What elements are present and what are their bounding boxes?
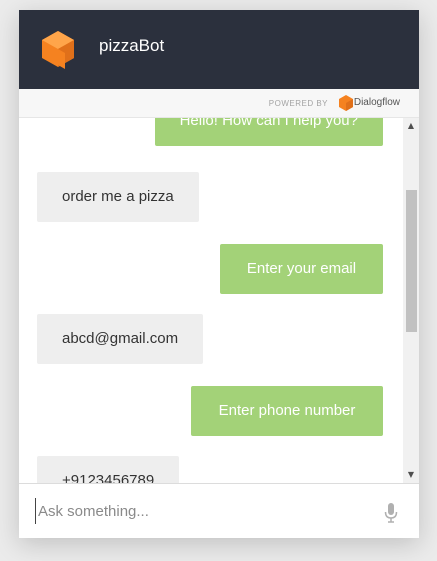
- cube-logo-icon: [42, 31, 74, 69]
- powered-by-label: POWERED BY: [268, 99, 328, 108]
- bot-message: Enter your email: [220, 244, 383, 294]
- scroll-down-arrow-icon[interactable]: ▼: [403, 467, 419, 483]
- scrollbar-thumb[interactable]: [406, 190, 417, 332]
- user-message: order me a pizza: [37, 172, 199, 222]
- powered-by-bar: POWERED BY Dialogflow: [19, 89, 419, 118]
- chat-widget: pizzaBot POWERED BY Dialogflow Hello! Ho…: [19, 10, 419, 538]
- message-scrollbar[interactable]: ▲ ▼: [403, 118, 419, 483]
- user-message: abcd@gmail.com: [37, 314, 204, 364]
- chat-header: pizzaBot: [19, 10, 419, 89]
- message-input[interactable]: [35, 498, 368, 524]
- dialogflow-brand: Dialogflow: [353, 97, 400, 108]
- bot-message: Enter phone number: [191, 386, 383, 436]
- message-list[interactable]: Hello! How can I help you? order me a pi…: [19, 118, 403, 483]
- scroll-up-arrow-icon[interactable]: ▲: [403, 118, 419, 134]
- input-bar: [19, 483, 419, 538]
- bot-title: pizzaBot: [99, 36, 165, 55]
- microphone-icon[interactable]: [384, 503, 398, 523]
- user-message: +9123456789: [37, 456, 180, 483]
- dialogflow-logo-icon: [339, 95, 353, 111]
- bot-message: Hello! How can I help you?: [154, 118, 383, 146]
